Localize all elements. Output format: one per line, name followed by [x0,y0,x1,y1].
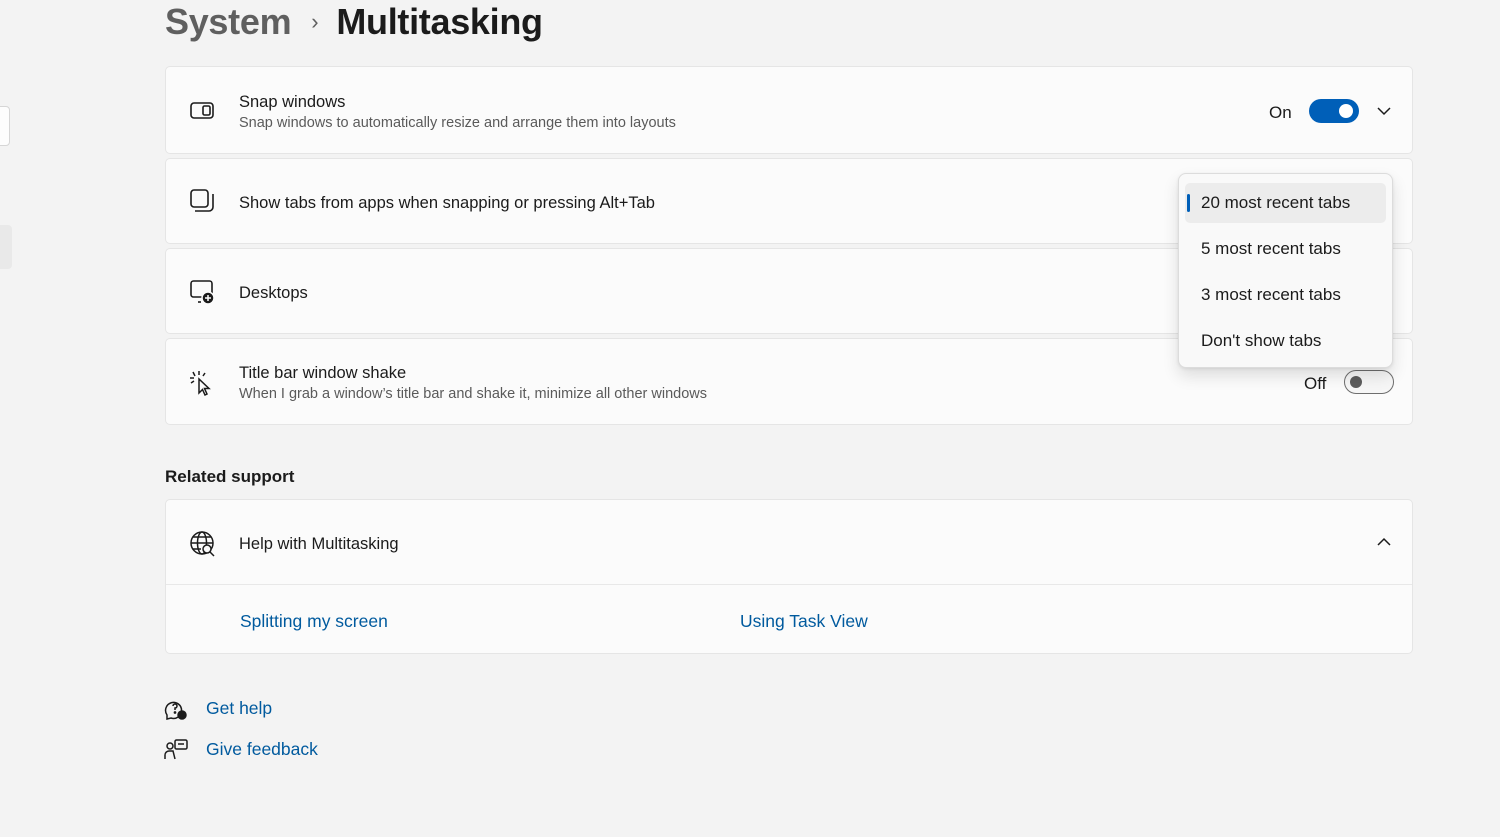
dropdown-option-5-tabs[interactable]: 5 most recent tabs [1185,229,1386,269]
get-help-icon [164,697,188,721]
show-tabs-title: Show tabs from apps when snapping or pre… [239,194,655,212]
desktops-icon [188,278,216,306]
snap-windows-description: Snap windows to automatically resize and… [239,115,676,131]
chevron-up-icon[interactable] [1374,532,1394,552]
dropdown-option-3-tabs[interactable]: 3 most recent tabs [1185,275,1386,315]
give-feedback-link[interactable]: Give feedback [206,739,318,760]
desktops-title: Desktops [239,284,308,302]
snap-windows-state: On [1269,103,1292,122]
snap-windows-toggle[interactable] [1309,99,1359,123]
snap-windows-title: Snap windows [239,93,346,111]
divider [166,584,1412,585]
sidebar-edge-stub [0,225,12,269]
title-bar-shake-toggle[interactable] [1344,370,1394,394]
snap-windows-row[interactable]: Snap windows Snap windows to automatical… [165,66,1413,154]
tabs-count-dropdown[interactable]: 20 most recent tabs 5 most recent tabs 3… [1178,173,1393,368]
title-bar-shake-description: When I grab a window’s title bar and sha… [239,386,707,402]
dropdown-option-20-tabs[interactable]: 20 most recent tabs [1185,183,1386,223]
shake-cursor-icon [188,369,216,397]
give-feedback-icon [164,738,188,762]
breadcrumb-system[interactable]: System [165,1,292,43]
tabs-icon [188,187,216,215]
snap-windows-icon [188,96,216,124]
breadcrumb: System › Multitasking [165,0,543,46]
related-support-heading: Related support [165,467,295,486]
help-title[interactable]: Help with Multitasking [239,535,399,554]
globe-search-icon [188,529,216,557]
title-bar-shake-title: Title bar window shake [239,364,407,382]
link-splitting-my-screen[interactable]: Splitting my screen [240,611,388,632]
help-with-multitasking-card: Help with Multitasking Splitting my scre… [165,499,1413,654]
link-using-task-view[interactable]: Using Task View [740,611,868,632]
page-title: Multitasking [336,1,543,42]
dropdown-option-dont-show[interactable]: Don't show tabs [1185,321,1386,361]
sidebar-edge-stub [0,106,10,146]
title-bar-shake-state: Off [1304,374,1327,393]
chevron-down-icon[interactable] [1374,101,1394,121]
get-help-link[interactable]: Get help [206,698,272,719]
breadcrumb-separator-icon: › [311,9,319,34]
